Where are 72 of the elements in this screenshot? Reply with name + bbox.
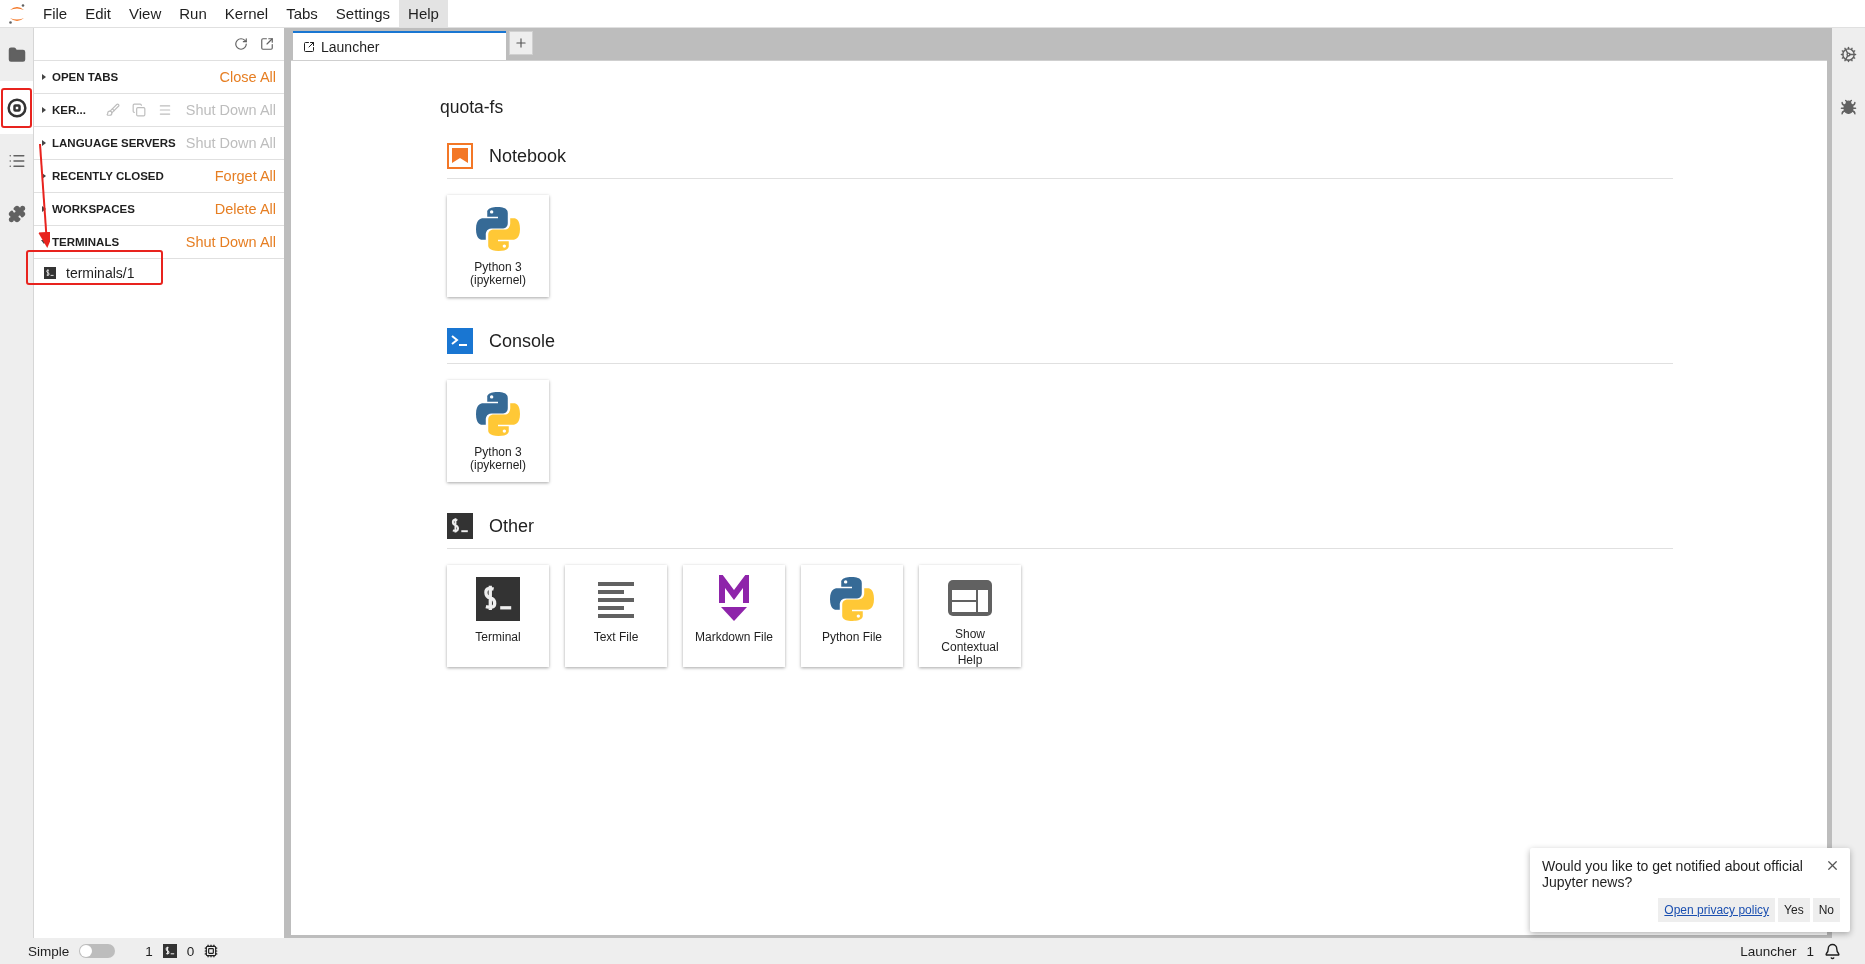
menu-item[interactable]: Run — [170, 0, 216, 27]
add-tab-button[interactable] — [509, 31, 533, 55]
close-button[interactable] — [1825, 858, 1840, 873]
section-title: Other — [489, 515, 535, 537]
plus-icon — [514, 36, 528, 50]
card-label: Terminal — [475, 631, 521, 644]
bookmark-icon — [447, 143, 473, 169]
card-label: Text File — [593, 631, 639, 644]
text-lines-icon — [596, 579, 636, 619]
chip-icon — [204, 944, 219, 958]
launcher-card[interactable]: Python 3 (ipykernel) — [447, 380, 549, 482]
bug-icon — [1840, 99, 1857, 116]
section-title: Console — [489, 330, 556, 352]
mode-toggle[interactable] — [79, 944, 116, 958]
card-label: Python 3 (ipykernel) — [469, 446, 527, 472]
launcher-card[interactable]: Markdown File — [683, 565, 785, 667]
section-title: RECENTLY CLOSED — [52, 170, 165, 182]
kernel-count: 0 — [186, 943, 195, 959]
logo-icon — [7, 2, 27, 25]
folder-icon — [7, 45, 26, 64]
python-logo-icon — [830, 577, 874, 621]
launcher-card[interactable]: Python File — [801, 565, 903, 667]
layout-panel-icon — [948, 579, 992, 616]
notification-message: Would you like to get notified about official Jupyter news? — [1541, 858, 1804, 890]
notification-count: 1 — [1806, 943, 1814, 959]
notification-button[interactable]: Yes — [1778, 898, 1810, 922]
refresh-icon[interactable] — [234, 37, 248, 51]
terminal-icon — [162, 944, 177, 958]
menu-item[interactable]: View — [120, 0, 171, 27]
section-title: TERMINALS — [52, 236, 121, 248]
card-label: Show Contextual Help — [940, 628, 1000, 667]
menu-item[interactable]: Settings — [326, 0, 400, 27]
terminal-icon — [44, 267, 56, 279]
notification-button[interactable]: No — [1812, 898, 1840, 922]
menu-item[interactable]: Tabs — [277, 0, 327, 27]
menu-item[interactable]: Help — [399, 0, 448, 27]
bell-icon[interactable] — [1824, 942, 1841, 960]
terminal-icon — [447, 513, 473, 539]
menu-item[interactable]: File — [34, 0, 77, 27]
card-label: Python File — [822, 631, 882, 644]
puzzle-icon — [7, 204, 26, 223]
terminal-icon — [476, 577, 520, 621]
external-link-icon[interactable] — [260, 37, 274, 51]
launcher-card[interactable]: Python 3 (ipykernel) — [447, 195, 549, 297]
external-link-icon — [303, 40, 315, 53]
menu-item[interactable]: Edit — [76, 0, 121, 27]
section-title: KER... — [52, 104, 87, 116]
directory-path: quota-fs — [440, 97, 505, 118]
launcher-card[interactable]: Text File — [565, 565, 667, 667]
menu-item[interactable]: Kernel — [215, 0, 278, 27]
card-label: Python 3 (ipykernel) — [469, 261, 527, 287]
section-title: LANGUAGE SERVERS — [52, 137, 177, 149]
mode-label: Simple — [28, 943, 70, 959]
launcher-card[interactable]: Show Contextual Help — [919, 565, 1021, 667]
gears-icon — [1840, 46, 1857, 63]
annotation-box — [1, 88, 32, 128]
python-logo-icon — [476, 392, 520, 436]
launcher-card[interactable]: Terminal — [447, 565, 549, 667]
python-logo-icon — [476, 207, 520, 251]
console-prompt-icon — [447, 328, 473, 354]
terminal-name: terminals/1 — [66, 265, 135, 281]
terminal-item[interactable]: terminals/1 — [34, 259, 284, 287]
markdown-icon — [719, 575, 749, 623]
section-title: OPEN TABS — [52, 71, 120, 83]
section-title: Notebook — [489, 145, 567, 167]
stop-icon — [6, 97, 27, 118]
terminal-count: 1 — [145, 943, 153, 959]
current-activity: Launcher — [1740, 943, 1797, 959]
privacy-policy-link[interactable]: Open privacy policy — [1658, 898, 1776, 922]
card-label: Markdown File — [695, 631, 773, 644]
section-title: WORKSPACES — [52, 203, 136, 215]
document-tab[interactable]: Launcher — [293, 31, 506, 60]
